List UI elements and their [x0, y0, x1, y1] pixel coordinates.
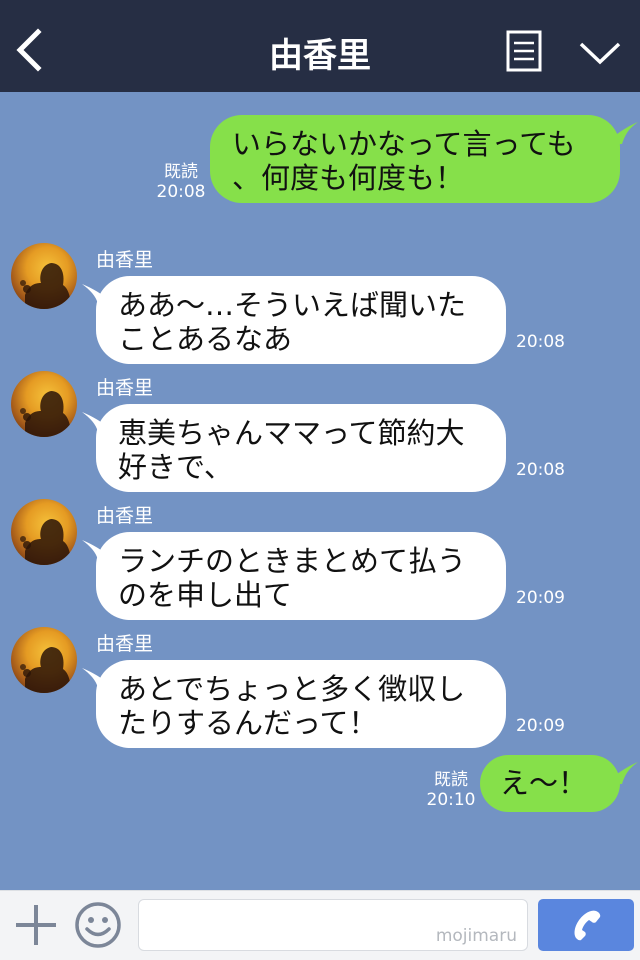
- message-time: 20:09: [516, 716, 565, 736]
- avatar-silhouette-icon: [20, 519, 71, 565]
- avatar[interactable]: [11, 499, 77, 565]
- avatar-silhouette-icon: [20, 263, 71, 309]
- call-button[interactable]: [538, 899, 634, 951]
- message-bubble-outgoing[interactable]: え〜！: [480, 755, 620, 812]
- message-time: 20:08: [516, 460, 565, 480]
- sender-name: 由香里: [96, 377, 154, 399]
- plus-icon[interactable]: [14, 903, 58, 947]
- avatar-silhouette-icon: [20, 647, 71, 693]
- message-text: いらないかなって言っても 、何度も何度も！: [232, 127, 576, 195]
- bubble-tail: [604, 762, 638, 784]
- read-receipt: 既読 20:08: [156, 162, 206, 202]
- sender-name: 由香里: [96, 505, 154, 527]
- sender-name: 由香里: [96, 249, 154, 271]
- message-time: 20:09: [516, 588, 565, 608]
- message-text: ランチのときまとめて払う のを申し出て: [118, 544, 467, 612]
- sender-name: 由香里: [96, 633, 154, 655]
- message-bubble-incoming[interactable]: ランチのときまとめて払う のを申し出て: [96, 532, 506, 620]
- avatar[interactable]: [11, 627, 77, 693]
- chat-header: 由香里: [0, 0, 640, 92]
- document-menu-icon[interactable]: [506, 30, 542, 72]
- input-bar: mojimaru: [0, 890, 640, 960]
- smiley-icon[interactable]: [74, 901, 122, 949]
- message-bubble-incoming[interactable]: ああ〜…そういえば聞いた ことあるなあ: [96, 276, 506, 364]
- message-bubble-outgoing[interactable]: いらないかなって言っても 、何度も何度も！: [210, 115, 620, 203]
- chat-title: 由香里: [269, 36, 371, 76]
- avatar[interactable]: [11, 243, 77, 309]
- message-list[interactable]: 既読 20:08 いらないかなって言っても 、何度も何度も！ 由香里 ああ〜…そ…: [0, 92, 640, 890]
- chevron-down-icon[interactable]: [578, 38, 622, 68]
- message-time: 20:08: [516, 332, 565, 352]
- message-text: あとでちょっと多く徴収し たりするんだって！: [118, 672, 466, 740]
- message-text: 恵美ちゃんママって節約大 好きで、: [118, 416, 465, 484]
- message-text: ああ〜…そういえば聞いた ことあるなあ: [118, 288, 467, 356]
- avatar[interactable]: [11, 371, 77, 437]
- avatar-silhouette-icon: [20, 391, 71, 437]
- phone-icon: [574, 910, 601, 941]
- read-receipt: 既読 20:10: [426, 770, 476, 810]
- message-bubble-incoming[interactable]: 恵美ちゃんママって節約大 好きで、: [96, 404, 506, 492]
- message-input[interactable]: mojimaru: [138, 899, 528, 951]
- bubble-tail: [604, 122, 638, 144]
- watermark: mojimaru: [435, 926, 517, 946]
- message-text: え〜！: [500, 766, 588, 800]
- message-bubble-incoming[interactable]: あとでちょっと多く徴収し たりするんだって！: [96, 660, 506, 748]
